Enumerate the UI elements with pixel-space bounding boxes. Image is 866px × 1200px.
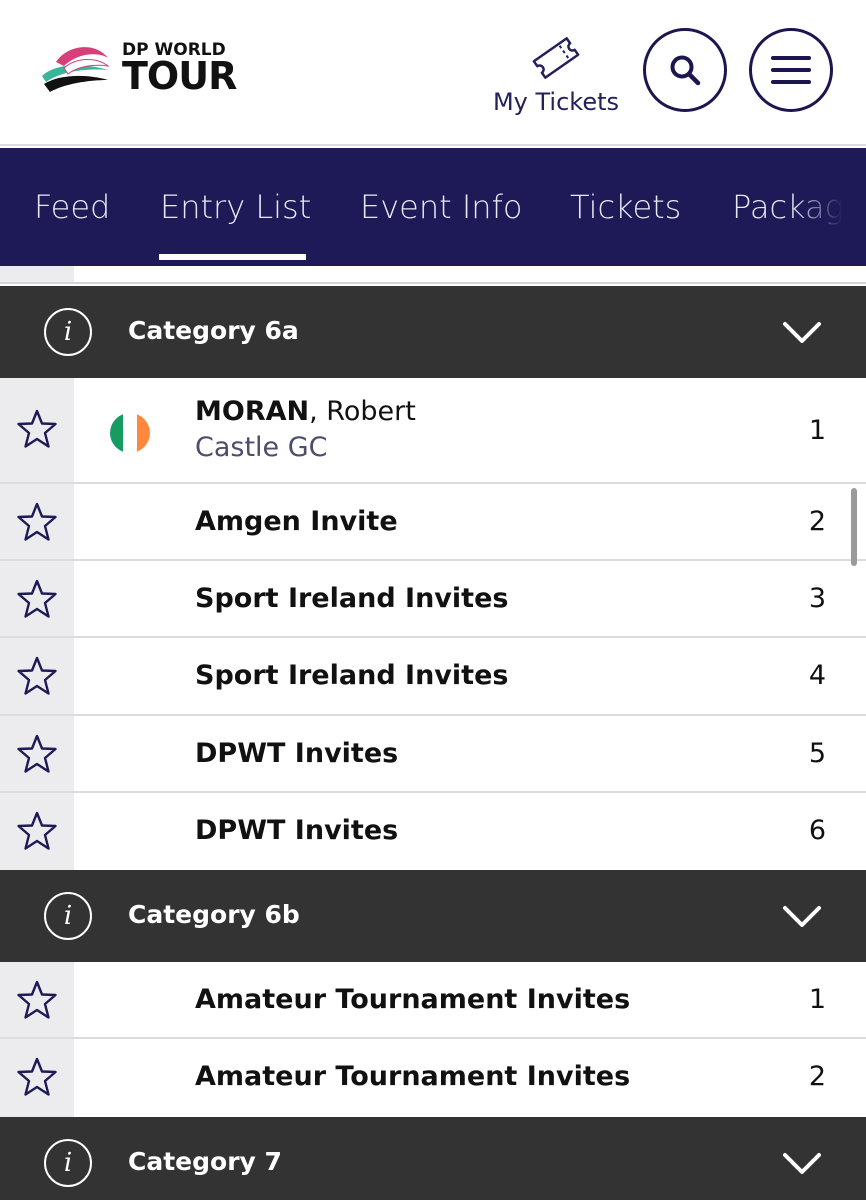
entry-position: 1 (808, 984, 826, 1015)
tab-feed[interactable]: Feed (34, 188, 110, 226)
list-item[interactable]: Sport Ireland Invites 3 (0, 561, 866, 638)
info-icon[interactable]: i (44, 308, 92, 356)
chevron-down-icon[interactable] (782, 314, 822, 350)
star-icon[interactable] (16, 655, 58, 697)
row-gutter (0, 266, 74, 282)
entry-name: DPWT Invites (195, 815, 399, 846)
player-surname: MORAN (195, 396, 310, 427)
list-item[interactable]: DPWT Invites 6 (0, 793, 866, 870)
info-icon[interactable]: i (44, 892, 92, 940)
player-club: Castle GC (195, 432, 328, 463)
star-icon[interactable] (16, 578, 58, 620)
star-icon[interactable] (16, 810, 58, 852)
event-tabs: Feed Entry List Event Info Tickets Packa… (0, 148, 866, 266)
entry-position: 2 (808, 506, 826, 537)
player-first-name: , Robert (309, 396, 416, 427)
list-item[interactable]: Amateur Tournament Invites 2 (0, 1039, 866, 1117)
ireland-flag-icon (110, 413, 150, 453)
category-header[interactable]: i Category 6b (0, 870, 866, 962)
active-tab-indicator (159, 254, 306, 260)
info-icon[interactable]: i (44, 1139, 92, 1187)
entry-name: Sport Ireland Invites (195, 583, 509, 614)
entry-name: Amateur Tournament Invites (195, 1061, 631, 1092)
list-item[interactable]: DPWT Invites 5 (0, 716, 866, 793)
entry-position: 6 (808, 815, 826, 846)
logo-swoosh-icon (42, 47, 110, 92)
tab-overflow-fade (790, 148, 866, 266)
dp-world-tour-logo[interactable]: DP WORLD TOUR (34, 38, 254, 102)
app-header: DP WORLD TOUR My Tickets (0, 0, 866, 146)
search-icon (670, 55, 701, 86)
entry-name: Amgen Invite (195, 506, 398, 537)
entry-name: DPWT Invites (195, 738, 399, 769)
chevron-down-icon[interactable] (782, 1145, 822, 1181)
player-name: MORAN, Robert (195, 396, 416, 427)
entry-position: 5 (808, 738, 826, 769)
category-title: Category 7 (128, 1147, 282, 1176)
chevron-down-icon[interactable] (782, 898, 822, 934)
my-tickets-label: My Tickets (492, 88, 620, 116)
logo-text-line2: TOUR (122, 54, 237, 98)
entry-position: 4 (808, 660, 826, 691)
list-item[interactable]: Amateur Tournament Invites 1 (0, 962, 866, 1039)
entry-position: 3 (808, 583, 826, 614)
menu-icon (771, 56, 811, 84)
entry-name: Amateur Tournament Invites (195, 984, 631, 1015)
tab-entry-list[interactable]: Entry List (160, 188, 311, 226)
entry-name: Sport Ireland Invites (195, 660, 509, 691)
my-tickets-button[interactable]: My Tickets (486, 30, 626, 120)
scrollbar[interactable] (851, 488, 857, 566)
star-icon[interactable] (16, 501, 58, 543)
star-icon[interactable] (16, 1056, 58, 1098)
tab-tickets[interactable]: Tickets (570, 188, 681, 226)
menu-button[interactable] (749, 28, 833, 112)
category-header[interactable]: i Category 6a (0, 286, 866, 378)
list-item[interactable]: Sport Ireland Invites 4 (0, 638, 866, 716)
search-button[interactable] (643, 28, 727, 112)
star-icon[interactable] (16, 408, 58, 450)
category-header[interactable]: i Category 7 (0, 1117, 866, 1200)
player-row[interactable]: MORAN, Robert Castle GC 1 (0, 378, 866, 484)
list-item[interactable]: Amgen Invite 2 (0, 484, 866, 561)
star-icon[interactable] (16, 733, 58, 775)
entry-position: 2 (808, 1061, 826, 1092)
category-title: Category 6b (128, 900, 300, 929)
category-title: Category 6a (128, 316, 299, 345)
star-icon[interactable] (16, 979, 58, 1021)
tab-event-info[interactable]: Event Info (360, 188, 522, 226)
entry-position: 1 (808, 415, 826, 446)
list-item (0, 266, 866, 284)
ticket-icon (530, 34, 582, 86)
